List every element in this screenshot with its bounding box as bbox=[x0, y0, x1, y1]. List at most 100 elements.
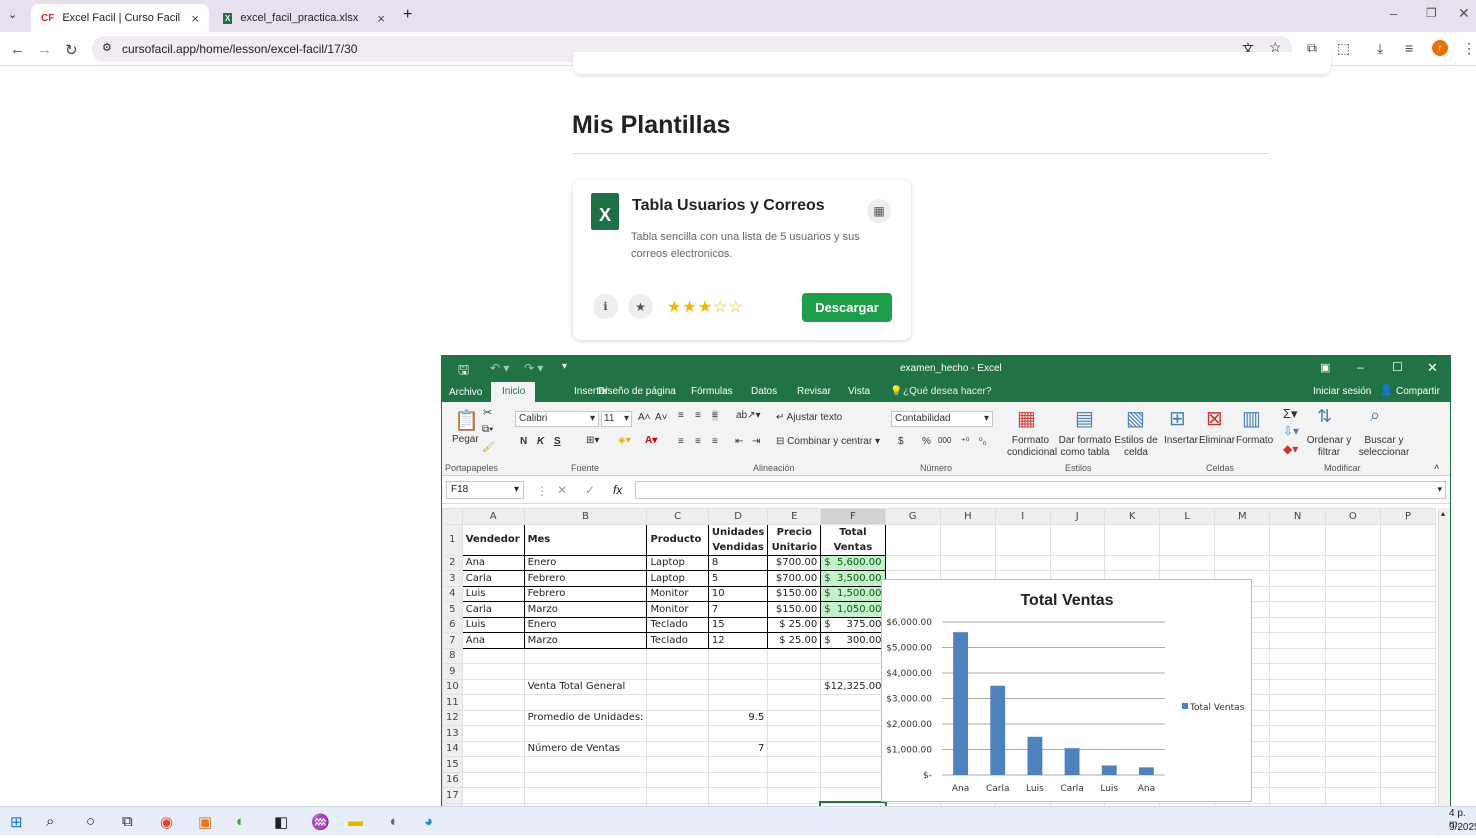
cell[interactable]: Laptop bbox=[646, 554, 709, 571]
cell[interactable] bbox=[820, 694, 886, 711]
row-header[interactable]: 17 bbox=[442, 787, 463, 804]
save-icon[interactable]: 🖫 bbox=[458, 361, 469, 383]
column-header[interactable]: M bbox=[1214, 508, 1271, 525]
cell[interactable]: 8 bbox=[707, 554, 769, 571]
increase-decimal-icon[interactable]: ⁺⁰ bbox=[961, 436, 969, 447]
signin-link[interactable]: Iniciar sesión bbox=[1313, 386, 1371, 397]
cell[interactable]: $ 5,600.00 bbox=[820, 554, 886, 571]
cell[interactable] bbox=[1324, 632, 1381, 649]
download-icon[interactable]: ⤓ bbox=[1377, 40, 1383, 57]
align-center-icon[interactable]: ≡ bbox=[695, 436, 701, 447]
cell[interactable]: Vendedor bbox=[461, 523, 525, 556]
format-painter-icon[interactable]: 🖌 bbox=[482, 442, 495, 453]
cell[interactable]: $ 3,500.00 bbox=[820, 570, 886, 587]
column-header[interactable]: N bbox=[1269, 508, 1326, 525]
find-select-button[interactable]: Buscar y seleccionar bbox=[1355, 435, 1413, 459]
menu-icon[interactable]: ⋮ bbox=[1462, 40, 1476, 57]
shrink-font-icon[interactable]: A˅ bbox=[655, 412, 668, 423]
cell[interactable] bbox=[461, 756, 525, 773]
insert-function-icon[interactable]: fx bbox=[613, 483, 622, 497]
cell[interactable] bbox=[1379, 709, 1436, 726]
mouse-icon[interactable]: ◖ bbox=[388, 813, 397, 830]
cell[interactable]: $ 1,500.00 bbox=[820, 585, 886, 602]
cell[interactable] bbox=[1269, 678, 1326, 695]
column-header[interactable]: P bbox=[1379, 508, 1436, 525]
cell[interactable]: Promedio de Unidades: bbox=[523, 709, 648, 726]
row-header[interactable]: 9 bbox=[442, 663, 463, 680]
paste-label[interactable]: Pegar bbox=[452, 434, 479, 445]
cell[interactable] bbox=[646, 694, 709, 711]
cell-styles-button[interactable]: Estilos de celda bbox=[1114, 435, 1158, 459]
cell[interactable] bbox=[523, 756, 648, 773]
cell[interactable]: Luis bbox=[461, 585, 525, 602]
cell[interactable] bbox=[707, 647, 769, 664]
cell[interactable]: $700.00 bbox=[767, 570, 822, 587]
column-header[interactable]: F bbox=[820, 508, 886, 525]
cell[interactable] bbox=[646, 756, 709, 773]
cell[interactable] bbox=[1324, 647, 1381, 664]
conditional-format-button[interactable]: Formato condicional bbox=[1007, 435, 1057, 459]
cell[interactable] bbox=[461, 647, 525, 664]
cell[interactable] bbox=[1269, 585, 1326, 602]
underline-button[interactable]: S bbox=[554, 436, 561, 447]
autosum-icon[interactable]: Σ▾ bbox=[1283, 406, 1298, 422]
maximize-icon[interactable]: ☐ bbox=[1392, 360, 1403, 374]
row-header[interactable]: 1 bbox=[442, 523, 463, 556]
delete-cells-icon[interactable]: ⊠ bbox=[1206, 406, 1223, 431]
vertical-scrollbar[interactable]: ▴ bbox=[1438, 508, 1450, 836]
align-bottom-icon[interactable]: ≡ bbox=[712, 410, 718, 421]
cell-styles-icon[interactable]: ▧ bbox=[1126, 406, 1145, 431]
cell[interactable]: Carla bbox=[461, 570, 525, 587]
clear-icon[interactable]: ◆▾ bbox=[1283, 442, 1298, 456]
cell[interactable] bbox=[1269, 663, 1326, 680]
cell[interactable]: 7 bbox=[707, 740, 769, 757]
cell[interactable] bbox=[1269, 771, 1326, 788]
back-icon[interactable]: ← bbox=[10, 41, 25, 58]
cortana-icon[interactable]: ○ bbox=[86, 813, 95, 830]
cell[interactable] bbox=[461, 740, 525, 757]
cell[interactable] bbox=[1324, 740, 1381, 757]
cell[interactable]: Carla bbox=[461, 601, 525, 618]
row-header[interactable]: 5 bbox=[442, 601, 463, 618]
sort-filter-icon[interactable]: ⇅ bbox=[1317, 406, 1332, 427]
table-grid-icon[interactable]: ▦ bbox=[867, 199, 891, 223]
cell[interactable]: Mes bbox=[523, 523, 648, 556]
cell[interactable] bbox=[1379, 647, 1436, 664]
tell-me-field[interactable]: ¿Qué desea hacer? bbox=[903, 386, 991, 397]
cell[interactable]: 10 bbox=[707, 585, 769, 602]
row-header[interactable]: 2 bbox=[442, 554, 463, 571]
cell[interactable] bbox=[1379, 771, 1436, 788]
cell[interactable] bbox=[1379, 570, 1436, 587]
cell[interactable]: Laptop bbox=[646, 570, 709, 587]
cell[interactable] bbox=[523, 663, 648, 680]
cell[interactable] bbox=[1379, 694, 1436, 711]
cell[interactable] bbox=[1379, 601, 1436, 618]
windows-start-icon[interactable]: ⊞ bbox=[10, 813, 23, 831]
percent-button[interactable]: % bbox=[922, 436, 931, 447]
column-header[interactable]: G bbox=[884, 508, 941, 525]
cell[interactable] bbox=[646, 663, 709, 680]
row-header[interactable]: 10 bbox=[442, 678, 463, 695]
increase-indent-icon[interactable]: ⇥ bbox=[752, 436, 760, 447]
insert-cells-icon[interactable]: ⊞ bbox=[1169, 406, 1186, 431]
close-window-icon[interactable]: ✕ bbox=[1458, 5, 1470, 22]
ribbon-display-icon[interactable]: ▣ bbox=[1320, 361, 1330, 374]
cell[interactable] bbox=[707, 771, 769, 788]
cell[interactable] bbox=[646, 787, 709, 804]
column-header[interactable]: B bbox=[523, 508, 648, 525]
cell[interactable] bbox=[1324, 725, 1381, 742]
paste-icon[interactable]: 📋 bbox=[454, 408, 479, 433]
cell[interactable] bbox=[767, 740, 822, 757]
cell[interactable] bbox=[523, 694, 648, 711]
align-right-icon[interactable]: ≡ bbox=[712, 436, 718, 447]
quick-access-icon[interactable]: ▾ bbox=[562, 361, 567, 372]
cell[interactable] bbox=[1269, 647, 1326, 664]
minimize-icon[interactable]: – bbox=[1357, 360, 1364, 374]
cell[interactable]: Teclado bbox=[646, 616, 709, 633]
format-table-button[interactable]: Dar formato como tabla bbox=[1057, 435, 1113, 459]
cell[interactable] bbox=[523, 771, 648, 788]
cell[interactable]: 12 bbox=[707, 632, 769, 649]
name-box[interactable]: F18 ▾ bbox=[446, 481, 524, 499]
edge-icon[interactable]: ◕ bbox=[424, 813, 433, 830]
cell[interactable] bbox=[1324, 771, 1381, 788]
